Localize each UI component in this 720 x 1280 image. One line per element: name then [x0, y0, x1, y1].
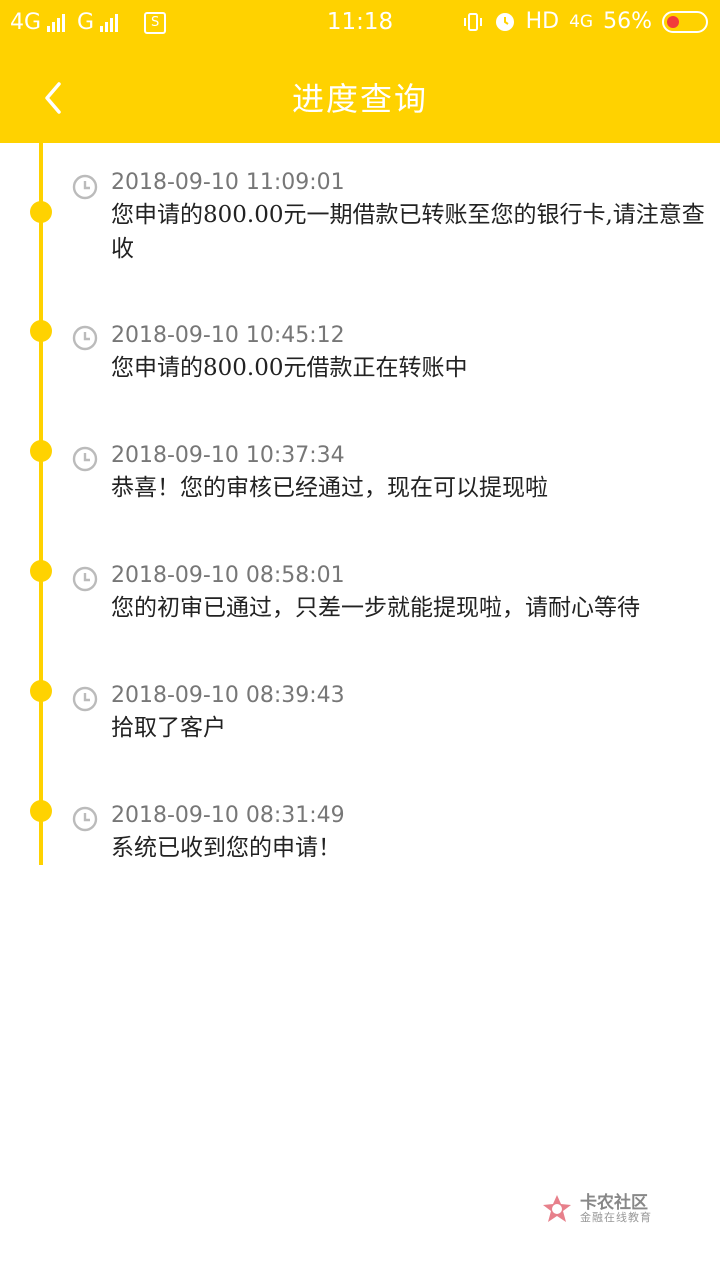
timeline-time: 2018-09-10 10:37:34	[111, 443, 345, 468]
hd-label: HD	[525, 9, 560, 34]
timeline-line	[39, 143, 43, 865]
timeline-dot	[30, 800, 52, 822]
timeline-time: 2018-09-10 08:31:49	[111, 803, 345, 828]
data-network-label: 4G	[569, 11, 594, 32]
timeline-text: 您申请的800.00元借款正在转账中	[111, 355, 468, 381]
timeline-time: 2018-09-10 08:39:43	[111, 683, 345, 708]
timeline-dot	[30, 320, 52, 342]
timeline-time: 2018-09-10 10:45:12	[111, 323, 345, 348]
timeline-text: 恭喜！您的审核已经通过，现在可以提现啦	[111, 475, 548, 501]
clock-icon	[72, 325, 98, 351]
page-title: 进度查询	[291, 80, 428, 118]
kanong-logo-icon	[543, 1195, 571, 1222]
timeline-text: 拾取了客户	[111, 715, 226, 741]
status-right: HD 4G 56%	[462, 9, 708, 34]
battery-icon	[662, 10, 708, 33]
timeline-dot	[30, 201, 52, 223]
clock-icon	[72, 566, 98, 592]
timeline-dot	[30, 680, 52, 702]
clock-icon	[72, 446, 98, 472]
battery-percent: 56%	[603, 9, 652, 34]
app-bar: 进度查询	[0, 48, 720, 143]
watermark-logo: 卡农社区 金融在线教育	[540, 1192, 652, 1226]
clock-icon	[72, 174, 98, 200]
clock-icon	[72, 806, 98, 832]
watermark-title: 卡农社区	[580, 1192, 648, 1213]
timeline-text: 您的初审已通过，只差一步就能提现啦，请耐心等待	[111, 595, 640, 621]
alarm-clock-icon	[495, 12, 514, 31]
timeline-dot	[30, 440, 52, 462]
timeline-time: 2018-09-10 11:09:01	[111, 170, 345, 195]
timeline-text: 系统已收到您的申请！	[111, 835, 341, 861]
timeline-text: 您申请的800.00元一期借款已转账至您的银行卡,请注意查收	[111, 202, 705, 262]
timeline-dot	[30, 560, 52, 582]
vibrate-icon	[463, 12, 482, 31]
progress-timeline: 2018-09-10 11:09:01 您申请的800.00元一期借款已转账至您…	[0, 143, 720, 865]
clock-icon	[72, 686, 98, 712]
timeline-time: 2018-09-10 08:58:01	[111, 563, 345, 588]
status-bar: 4G G S 11:18 HD 4G 56%	[0, 0, 720, 48]
watermark-subtitle: 金融在线教育	[580, 1211, 652, 1225]
